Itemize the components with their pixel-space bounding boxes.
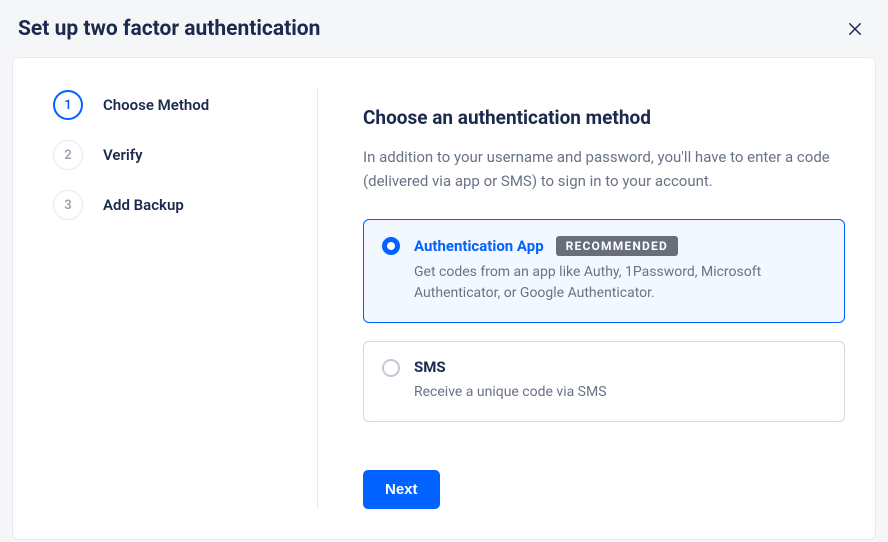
- radio-icon: [382, 237, 400, 255]
- radio-icon: [382, 359, 400, 377]
- option-body: SMS Receive a unique code via SMS: [414, 358, 826, 403]
- close-button[interactable]: [842, 16, 868, 42]
- step-label: Verify: [103, 146, 143, 164]
- option-authentication-app[interactable]: Authentication App RECOMMENDED Get codes…: [363, 219, 845, 323]
- steps-sidebar: 1 Choose Method 2 Verify 3 Add Backup: [43, 88, 318, 509]
- option-title: SMS: [414, 358, 446, 376]
- modal-title: Set up two factor authentication: [18, 17, 320, 41]
- step-item-verify[interactable]: 2 Verify: [53, 140, 297, 170]
- step-number-circle: 3: [53, 190, 83, 220]
- content-heading: Choose an authentication method: [363, 106, 845, 129]
- next-button[interactable]: Next: [363, 470, 440, 509]
- step-number-circle: 2: [53, 140, 83, 170]
- modal-card: 1 Choose Method 2 Verify 3 Add Backup Ch…: [12, 57, 876, 540]
- option-body: Authentication App RECOMMENDED Get codes…: [414, 236, 826, 304]
- option-sms[interactable]: SMS Receive a unique code via SMS: [363, 341, 845, 422]
- option-title: Authentication App: [414, 237, 544, 255]
- recommended-badge: RECOMMENDED: [556, 236, 678, 256]
- step-item-choose-method[interactable]: 1 Choose Method: [53, 90, 297, 120]
- content-description: In addition to your username and passwor…: [363, 145, 845, 193]
- option-description: Receive a unique code via SMS: [414, 382, 826, 403]
- close-icon: [846, 20, 864, 38]
- step-item-add-backup[interactable]: 3 Add Backup: [53, 190, 297, 220]
- step-number-circle: 1: [53, 90, 83, 120]
- option-description: Get codes from an app like Authy, 1Passw…: [414, 262, 826, 304]
- modal-header: Set up two factor authentication: [0, 0, 888, 52]
- content-area: Choose an authentication method In addit…: [318, 88, 845, 509]
- option-title-row: SMS: [414, 358, 826, 376]
- step-label: Add Backup: [103, 196, 184, 214]
- option-title-row: Authentication App RECOMMENDED: [414, 236, 826, 256]
- step-label: Choose Method: [103, 96, 209, 114]
